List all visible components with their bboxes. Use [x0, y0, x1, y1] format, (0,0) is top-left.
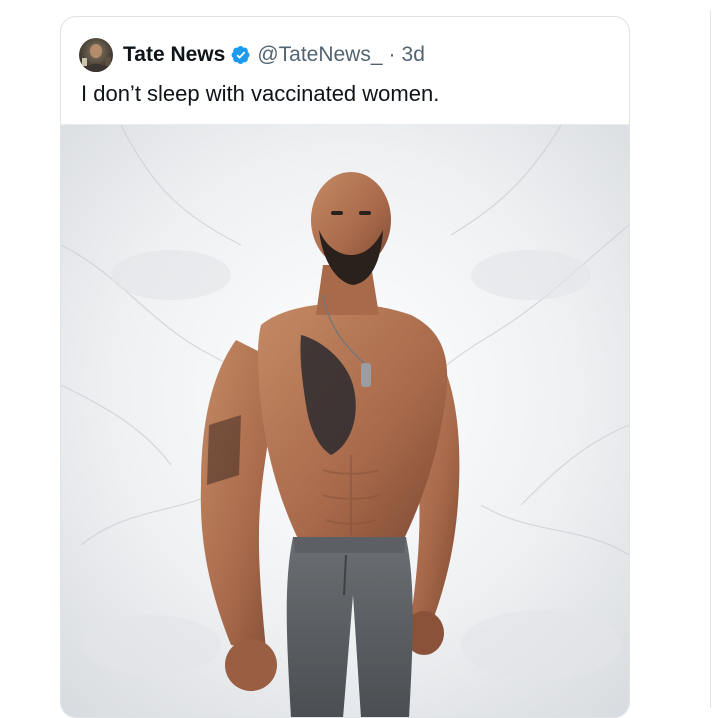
author-handle[interactable]: @TateNews_ [257, 43, 382, 67]
page-edge-divider [710, 10, 720, 708]
tweet-text: I don’t sleep with vaccinated women. [81, 81, 440, 106]
tweet-card[interactable]: Tate News @TateNews_ · 3d I don’t sleep … [60, 16, 630, 718]
avatar[interactable] [79, 38, 113, 72]
tweet-media[interactable] [61, 124, 629, 717]
avatar-image [79, 38, 113, 72]
tweet-age[interactable]: 3d [402, 43, 425, 67]
meta-separator: · [388, 43, 396, 66]
tweet-header: Tate News @TateNews_ · 3d [79, 35, 425, 75]
photo-shirtless-man-grey-sweatpants [61, 125, 629, 717]
verified-badge-icon [231, 46, 250, 64]
author-name[interactable]: Tate News [123, 43, 225, 67]
